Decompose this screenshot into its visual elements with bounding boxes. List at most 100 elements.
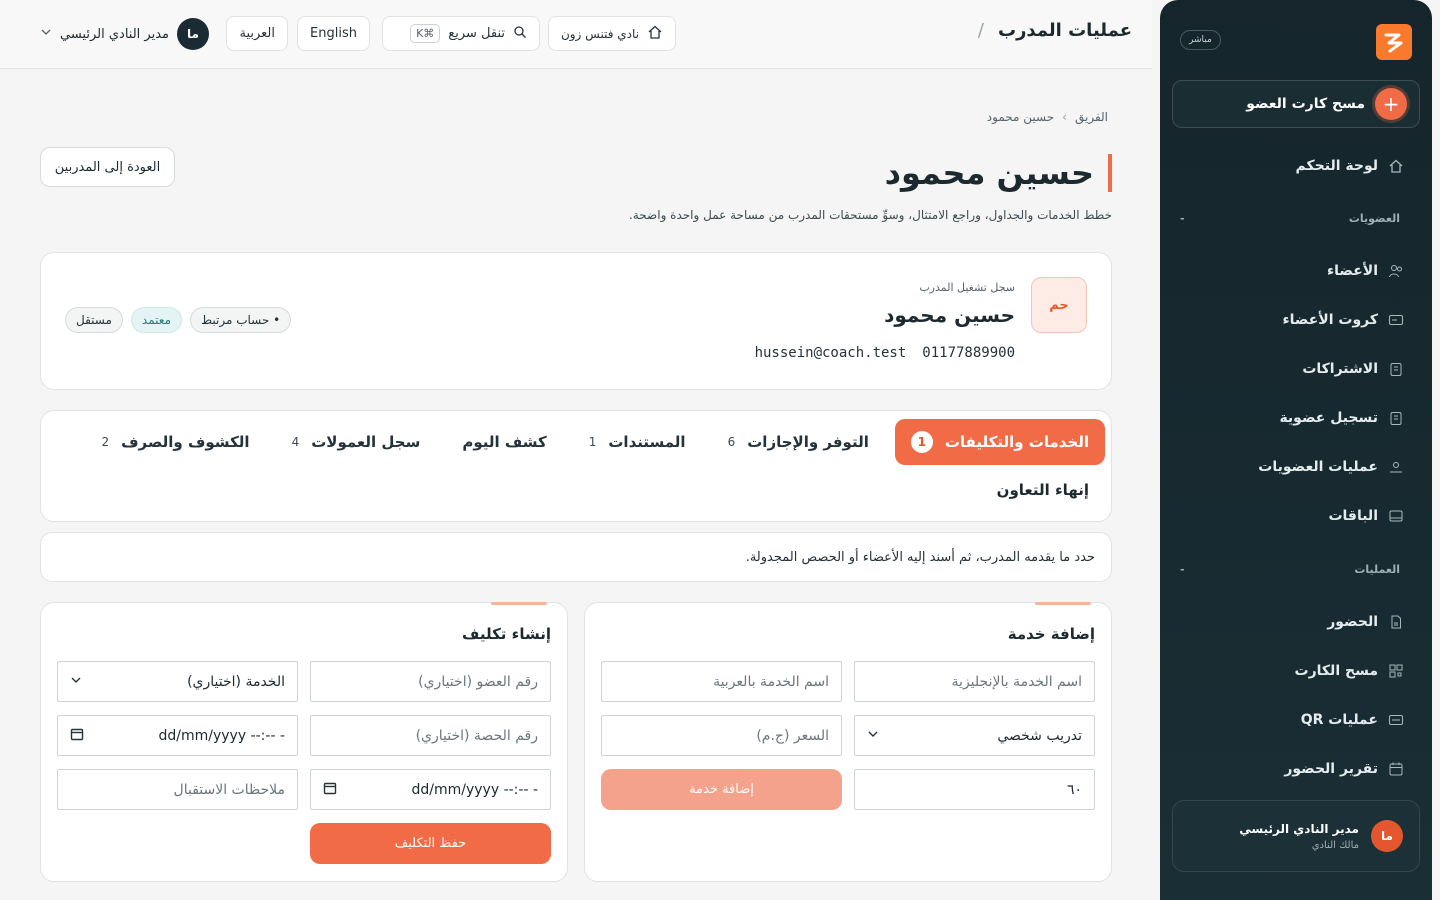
assignment-datetime-input[interactable]: dd/mm/yyyy --:-- -	[57, 715, 298, 756]
tab-availability[interactable]: التوفر والإجازات 6	[712, 419, 885, 465]
service-name-ar-input[interactable]: اسم الخدمة بالعربية	[601, 661, 842, 702]
coach-phone: 01177889900	[922, 345, 1015, 361]
tab-count: 1	[910, 431, 933, 453]
breadcrumb-root[interactable]: الفريق	[1075, 110, 1108, 124]
lang-arabic-button[interactable]: العربية	[226, 16, 288, 51]
status-badge: • حساب مرتبط	[190, 307, 292, 333]
placeholder: اسم الخدمة بالإنجليزية	[951, 673, 1082, 690]
back-to-coaches-button[interactable]: العودة إلى المدربين	[40, 147, 175, 187]
status-badge: معتمد	[130, 307, 182, 333]
sidebar-item-label: الباقات	[1328, 508, 1378, 524]
add-service-form: إضافة خدمة اسم الخدمة بالإنجليزية اسم ال…	[584, 602, 1112, 882]
tab-hint: حدد ما يقدمه المدرب، ثم أسند إليه الأعضا…	[40, 532, 1112, 582]
service-price-input[interactable]: السعر (ج.م)	[601, 715, 842, 756]
scan-member-card-button[interactable]: + مسح كارت العضو	[1172, 80, 1420, 128]
service-type-select[interactable]: تدريب شخصي	[854, 715, 1095, 756]
add-service-button[interactable]: إضافة خدمة	[601, 769, 842, 810]
breadcrumb-separator: ›	[1062, 110, 1067, 124]
tab-list: الخدمات والتكليفات 1 التوفر والإجازات 6 …	[85, 419, 1105, 465]
form-title: إضافة خدمة	[1007, 625, 1095, 643]
placeholder: dd/mm/yyyy --:-- -	[158, 727, 286, 744]
create-assignment-form: إنشاء تكليف رقم العضو (اختياري) الخدمة (…	[40, 602, 568, 882]
tab-label: التوفر والإجازات	[747, 433, 869, 451]
page-heading: عمليات المدرب /	[978, 20, 1132, 41]
scan-member-card-label: مسح كارت العضو	[1246, 96, 1365, 112]
tab-services-assignments[interactable]: الخدمات والتكليفات 1	[894, 419, 1105, 465]
tab-commission-log[interactable]: سجل العمولات 4	[276, 419, 437, 465]
placeholder: السعر (ج.م)	[756, 727, 829, 744]
service-select[interactable]: الخدمة (اختياري)	[57, 661, 298, 702]
search-icon	[513, 25, 527, 43]
tab-statements-payouts[interactable]: الكشوف والصرف 2	[85, 419, 265, 465]
search-label: تنقل سريع	[448, 26, 505, 41]
member-id-input[interactable]: رقم العضو (اختياري)	[310, 661, 551, 702]
input-value: ٦٠	[1066, 781, 1082, 798]
sidebar-item-members[interactable]: الأعضاء	[1180, 257, 1404, 285]
sidebar-item-label: كروت الأعضاء	[1282, 312, 1379, 328]
service-name-en-input[interactable]: اسم الخدمة بالإنجليزية	[854, 661, 1095, 702]
card-icon	[1388, 312, 1404, 328]
breadcrumb-current: حسين محمود	[986, 110, 1055, 124]
sidebar-section-memberships[interactable]: العضويات -	[1180, 212, 1400, 225]
lang-english-button[interactable]: English	[297, 16, 370, 51]
sidebar-user-card[interactable]: ما مدير النادي الرئيسي مالك النادي	[1172, 800, 1420, 872]
home-icon	[647, 24, 663, 44]
package-icon	[1388, 508, 1404, 524]
sidebar-item-membership-operations[interactable]: عمليات العضويات	[1180, 453, 1404, 481]
sidebar-item-label: عمليات العضويات	[1258, 459, 1378, 475]
service-duration-input[interactable]: ٦٠	[854, 769, 1095, 810]
sidebar-item-packages[interactable]: الباقات	[1180, 502, 1404, 530]
form-title: إنشاء تكليف	[461, 625, 551, 643]
collapse-icon: -	[1180, 563, 1185, 576]
calendar-icon[interactable]	[323, 781, 337, 799]
tab-documents[interactable]: المستندات 1	[573, 419, 702, 465]
sidebar-item-subscriptions[interactable]: الاشتراكات	[1180, 355, 1404, 383]
sidebar-item-attendance[interactable]: الحضور	[1180, 608, 1404, 636]
tab-label: كشف اليوم	[462, 433, 547, 451]
sidebar-section-operations[interactable]: العمليات -	[1180, 563, 1400, 576]
tab-count: 1	[588, 435, 597, 449]
tab-today-sheet[interactable]: كشف اليوم	[446, 419, 562, 465]
scanner-icon	[1388, 712, 1404, 728]
assignment-datetime-input-2[interactable]: dd/mm/yyyy --:-- -	[310, 769, 551, 810]
select-value: الخدمة (اختياري)	[187, 673, 285, 690]
save-assignment-button[interactable]: حفظ التكليف	[310, 823, 551, 864]
placeholder: اسم الخدمة بالعربية	[713, 673, 829, 690]
breadcrumb: الفريق › حسين محمود	[987, 110, 1108, 124]
sidebar-item-qr-operations[interactable]: عمليات QR	[1180, 706, 1404, 734]
calendar-icon	[1388, 761, 1404, 777]
tab-label: سجل العمولات	[311, 433, 421, 451]
reception-notes-input[interactable]: ملاحظات الاستقبال	[57, 769, 298, 810]
title-separator: /	[977, 20, 984, 41]
user-info: مدير النادي الرئيسي مالك النادي	[1239, 822, 1359, 851]
sidebar-item-dashboard[interactable]: لوحة التحكم	[1180, 152, 1404, 180]
sidebar-item-member-cards[interactable]: كروت الأعضاء	[1180, 306, 1404, 334]
tab-end-cooperation[interactable]: إنهاء التعاون	[997, 481, 1089, 499]
calendar-icon[interactable]	[70, 727, 84, 745]
placeholder: رقم العضو (اختياري)	[418, 673, 538, 690]
admin-menu[interactable]: مدير النادي الرئيسي ما	[40, 18, 209, 50]
plus-icon: +	[1375, 88, 1407, 120]
select-value: تدريب شخصي	[997, 727, 1082, 744]
club-switcher[interactable]: نادي فتنس زون	[547, 16, 676, 51]
sidebar-item-label: لوحة التحكم	[1295, 158, 1378, 174]
tab-count: 2	[101, 435, 110, 449]
app-logo[interactable]	[1376, 24, 1412, 60]
placeholder: رقم الحصة (اختياري)	[415, 727, 538, 744]
avatar: ما	[1371, 820, 1403, 852]
session-id-input[interactable]: رقم الحصة (اختياري)	[310, 715, 551, 756]
sidebar-item-label: تسجيل عضوية	[1279, 410, 1378, 426]
coach-tabs: الخدمات والتكليفات 1 التوفر والإجازات 6 …	[40, 410, 1112, 522]
live-badge: مباشر	[1180, 30, 1221, 50]
topbar: عمليات المدرب / نادي فتنس زون تنقل سريع …	[0, 0, 1152, 69]
tab-count: 6	[727, 435, 736, 449]
sidebar-item-attendance-report[interactable]: تقرير الحضور	[1180, 755, 1404, 783]
sidebar-item-label: الأعضاء	[1327, 263, 1378, 279]
quick-nav-search[interactable]: تنقل سريع ⌘K	[382, 16, 540, 51]
placeholder: dd/mm/yyyy --:-- -	[411, 781, 539, 798]
sidebar-item-register-membership[interactable]: تسجيل عضوية	[1180, 404, 1404, 432]
collapse-icon: -	[1180, 212, 1185, 225]
sidebar-item-scan-card[interactable]: مسح الكارت	[1180, 657, 1404, 685]
users-icon	[1388, 263, 1404, 279]
user-name: مدير النادي الرئيسي	[1239, 821, 1359, 836]
